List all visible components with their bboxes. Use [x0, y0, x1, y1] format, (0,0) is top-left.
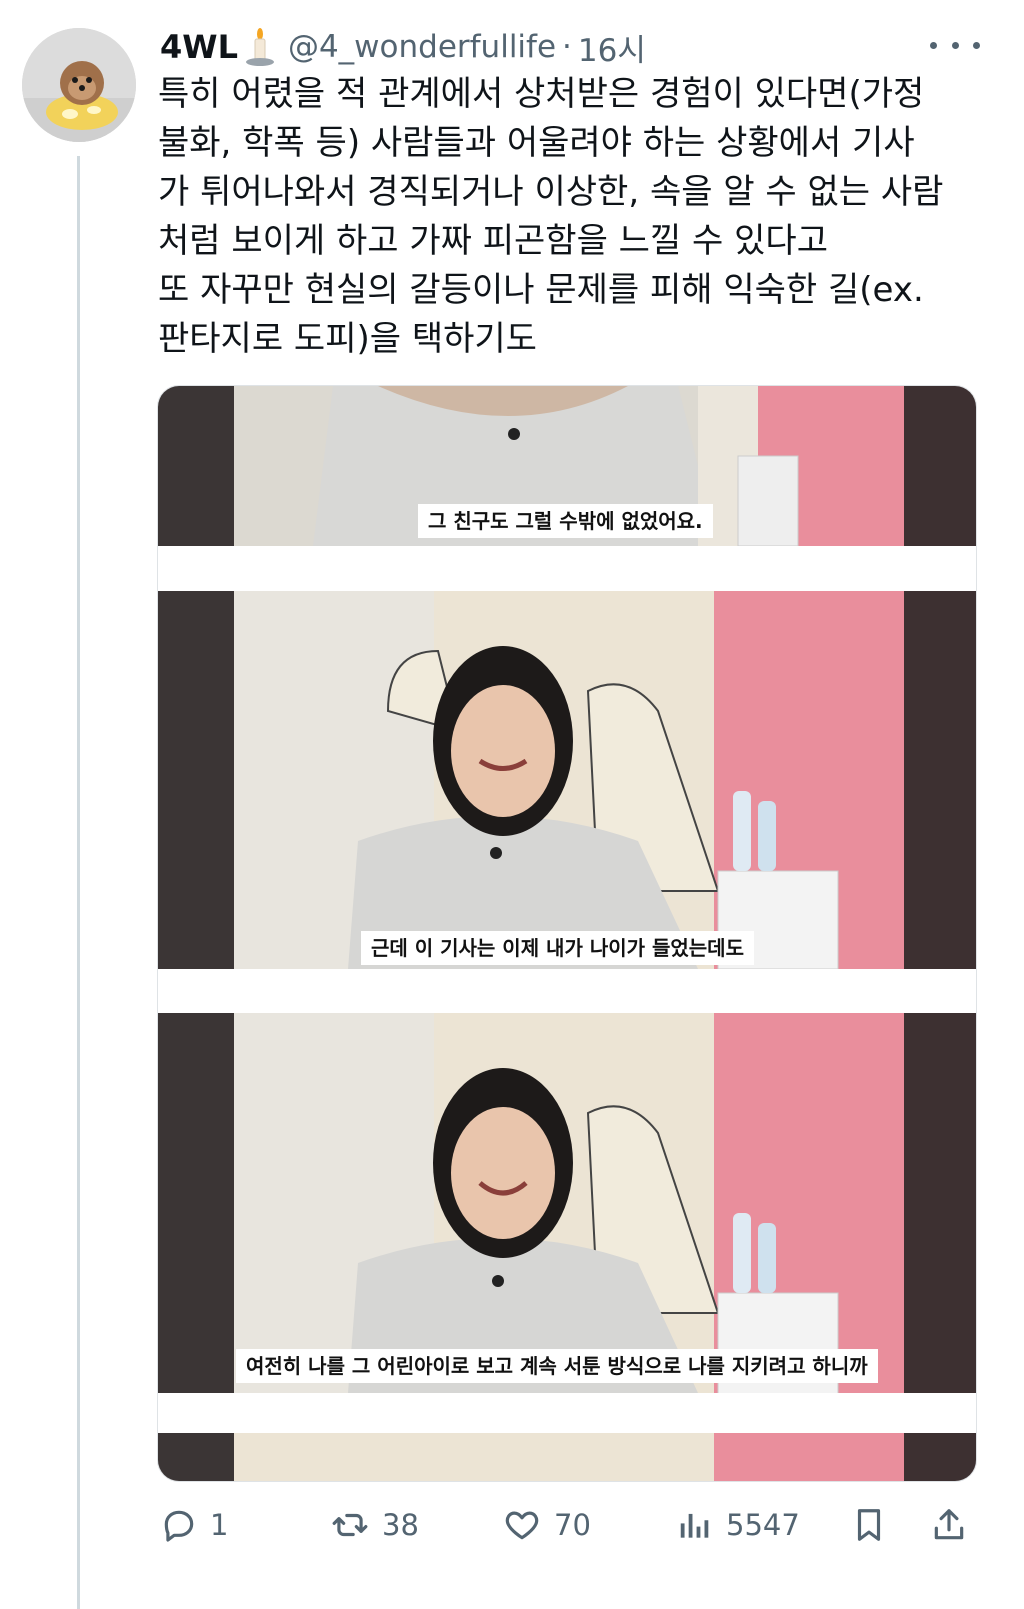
retweet-button[interactable]: 38 [330, 1495, 419, 1555]
tweet-time[interactable]: 16시 [578, 25, 646, 70]
tweet-line: 처럼 보이게 하고 가짜 피곤함을 느낄 수 있다고 [158, 221, 828, 261]
tweet-text: 특히 어렸을 적 관계에서 상처받은 경험이 있다면(가정 불화, 학폭 등) … [158, 70, 988, 364]
author-name[interactable]: 4WL [160, 28, 238, 66]
views-icon [676, 1506, 714, 1544]
video-frame-1: 그 친구도 그럴 수밖에 없었어요. [158, 386, 976, 546]
tweet-line: 특히 어렸을 적 관계에서 상처받은 경험이 있다면(가정 [158, 74, 925, 114]
retweet-icon [330, 1506, 370, 1544]
candle-icon [242, 26, 278, 68]
more-icon[interactable] [930, 30, 980, 60]
video-frame-3: 여전히 나를 그 어린아이로 보고 계속 서툰 방식으로 나를 지키려고 하니까 [158, 1013, 976, 1481]
media-image[interactable]: 그 친구도 그럴 수밖에 없었어요. 근데 이 기사는 이제 내가 나이가 들었… [157, 385, 977, 1482]
share-button[interactable] [930, 1495, 968, 1555]
video-frame-2: 근데 이 기사는 이제 내가 나이가 들었는데도 [158, 591, 976, 969]
reply-button[interactable]: 1 [160, 1495, 228, 1555]
bookmark-icon [850, 1505, 888, 1545]
like-icon [502, 1506, 542, 1544]
like-button[interactable]: 70 [502, 1495, 591, 1555]
views-button[interactable]: 5547 [676, 1495, 800, 1555]
views-count: 5547 [726, 1508, 800, 1542]
retweet-count: 38 [382, 1508, 419, 1542]
bookmark-button[interactable] [850, 1495, 888, 1555]
thread-line [77, 156, 80, 1609]
separator-dot: · [562, 29, 572, 65]
tweet-line: 판타지로 도피)을 택하기도 [158, 319, 537, 359]
tweet-line: 불화, 학폭 등) 사람들과 어울려야 하는 상황에서 기사 [158, 123, 915, 163]
like-count: 70 [554, 1508, 591, 1542]
action-bar: 1 38 70 5547 [0, 1495, 1024, 1555]
avatar-image [22, 28, 136, 142]
tweet-header: 4WL @4_wonderfullife · 16시 [160, 22, 1000, 72]
share-icon [930, 1505, 968, 1545]
video-caption: 그 친구도 그럴 수밖에 없었어요. [418, 504, 713, 538]
reply-count: 1 [210, 1508, 229, 1542]
video-caption: 근데 이 기사는 이제 내가 나이가 들었는데도 [361, 931, 754, 965]
video-caption: 여전히 나를 그 어린아이로 보고 계속 서툰 방식으로 나를 지키려고 하니까 [236, 1349, 878, 1383]
avatar[interactable] [22, 28, 136, 142]
reply-icon [160, 1506, 198, 1544]
tweet-line: 또 자꾸만 현실의 갈등이나 문제를 피해 익숙한 길(ex. [158, 270, 924, 310]
author-handle[interactable]: @4_wonderfullife [288, 29, 556, 65]
tweet-line: 가 튀어나와서 경직되거나 이상한, 속을 알 수 없는 사람 [158, 172, 944, 212]
